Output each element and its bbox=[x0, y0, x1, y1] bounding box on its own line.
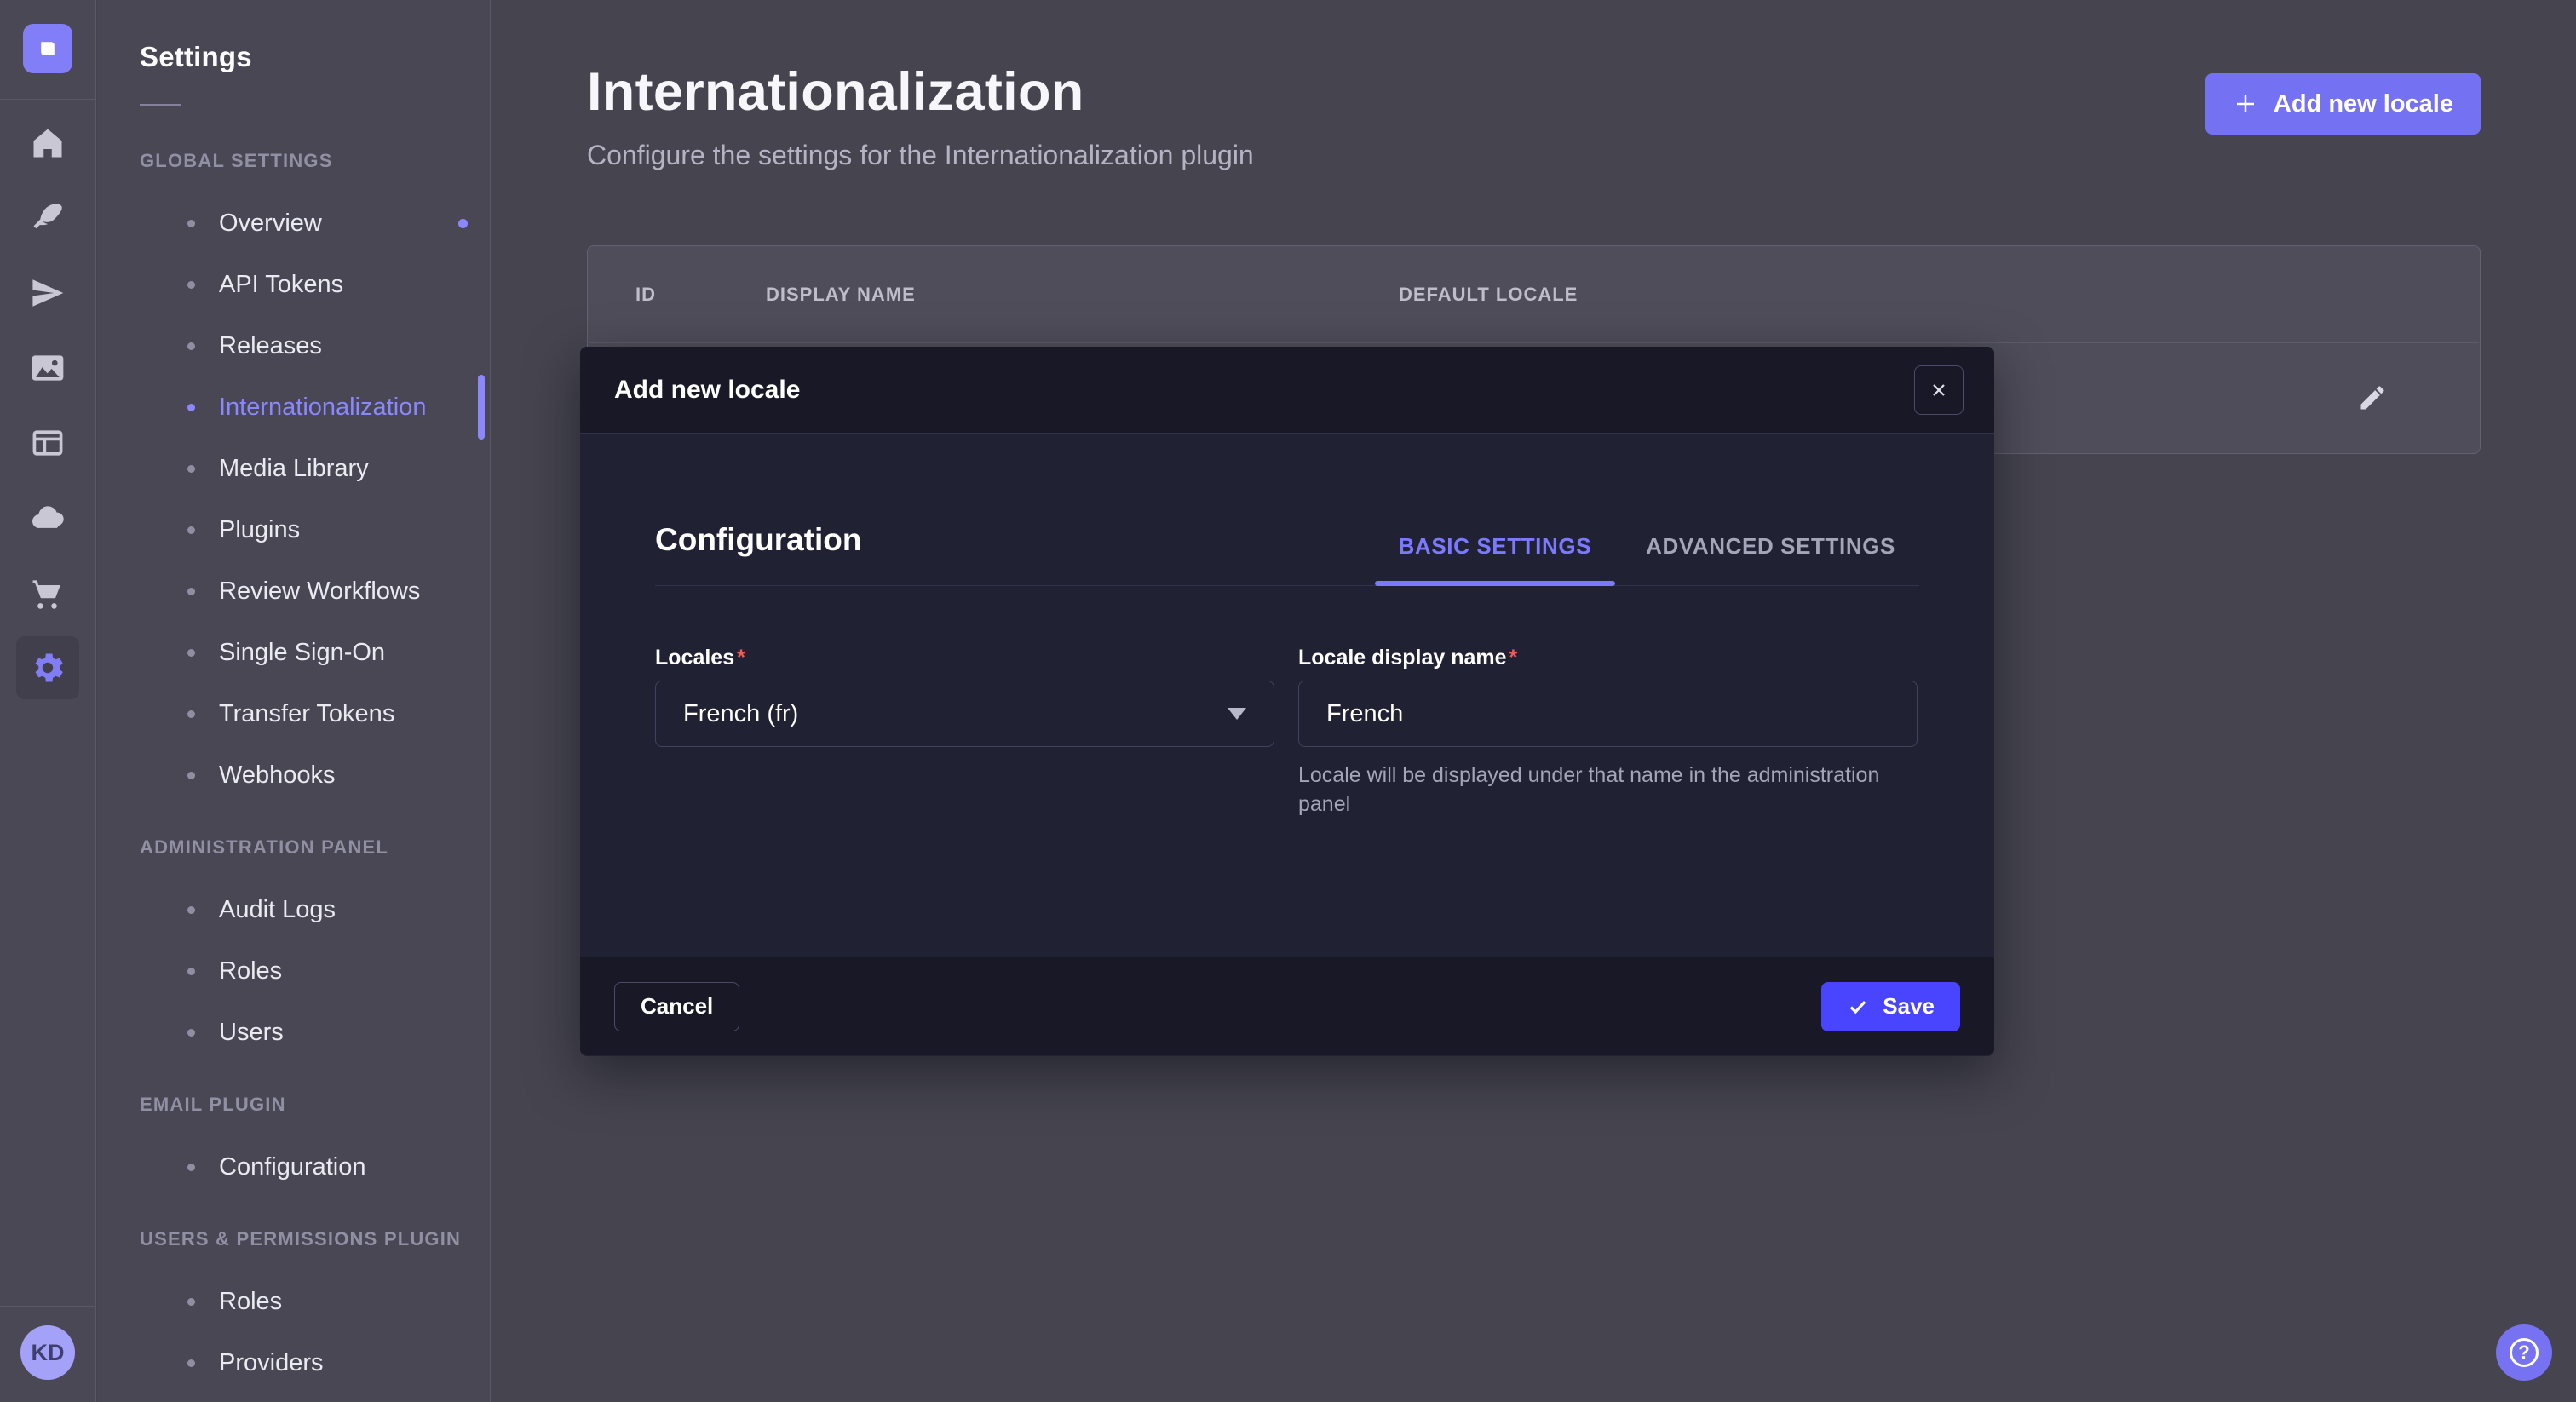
add-new-locale-button[interactable]: Add new locale bbox=[2205, 73, 2481, 135]
sidebar-item-up-providers[interactable]: Providers bbox=[140, 1332, 490, 1393]
close-button[interactable] bbox=[1914, 365, 1964, 415]
bullet-icon bbox=[187, 220, 195, 227]
sidebar-item-review-workflows[interactable]: Review Workflows bbox=[140, 560, 490, 622]
bullet-icon bbox=[187, 906, 195, 914]
modal-footer: Cancel Save bbox=[580, 957, 1994, 1055]
modal-header: Add new locale bbox=[580, 347, 1994, 434]
column-header-display-name: DISPLAY NAME bbox=[766, 284, 1399, 306]
tab-basic-settings[interactable]: BASIC SETTINGS bbox=[1375, 533, 1616, 585]
bullet-icon bbox=[187, 1029, 195, 1037]
locales-field: Locales* French (fr) bbox=[655, 646, 1274, 819]
user-avatar[interactable]: KD bbox=[20, 1325, 75, 1380]
required-asterisk: * bbox=[1509, 646, 1518, 669]
media-library-icon[interactable] bbox=[16, 336, 79, 399]
subnav-title-divider bbox=[140, 104, 181, 106]
sidebar-item-up-roles[interactable]: Roles bbox=[140, 1271, 490, 1332]
display-name-field: Locale display name* Locale will be disp… bbox=[1298, 646, 1918, 819]
locales-label: Locales* bbox=[655, 646, 1274, 670]
sidebar-item-plugins[interactable]: Plugins bbox=[140, 499, 490, 560]
modal-body: Configuration BASIC SETTINGS ADVANCED SE… bbox=[580, 434, 1994, 957]
content-manager-icon[interactable] bbox=[16, 411, 79, 474]
send-icon[interactable] bbox=[16, 261, 79, 325]
strapi-logo-icon bbox=[33, 34, 62, 63]
rail-divider-bottom bbox=[0, 1306, 96, 1307]
bullet-icon bbox=[187, 968, 195, 975]
bullet-icon bbox=[187, 1298, 195, 1306]
bullet-icon bbox=[187, 588, 195, 595]
pencil-edit-icon bbox=[2357, 382, 2388, 413]
nav-rail: KD bbox=[0, 0, 96, 1402]
bullet-icon bbox=[187, 710, 195, 718]
rail-divider bbox=[0, 99, 96, 100]
page-title: Internationalization bbox=[587, 61, 1084, 123]
column-header-id: ID bbox=[635, 284, 766, 306]
cloud-icon[interactable] bbox=[16, 486, 79, 549]
plus-icon bbox=[2233, 91, 2258, 117]
add-locale-modal: Add new locale Configuration BASIC SETTI… bbox=[580, 347, 1994, 1056]
bullet-icon bbox=[187, 1359, 195, 1367]
strapi-logo[interactable] bbox=[23, 24, 72, 73]
section-label-administration-panel: ADMINISTRATION PANEL bbox=[140, 836, 490, 859]
sidebar-item-admin-users[interactable]: Users bbox=[140, 1002, 490, 1063]
check-icon bbox=[1847, 996, 1869, 1018]
bullet-icon bbox=[187, 1164, 195, 1171]
modal-title: Add new locale bbox=[614, 376, 800, 405]
sidebar-item-overview[interactable]: Overview bbox=[140, 192, 490, 254]
sidebar-item-media-library[interactable]: Media Library bbox=[140, 438, 490, 499]
help-button[interactable]: ? bbox=[2496, 1324, 2552, 1381]
tab-advanced-settings[interactable]: ADVANCED SETTINGS bbox=[1622, 533, 1919, 585]
display-name-input[interactable] bbox=[1326, 700, 1889, 728]
sidebar-item-transfer-tokens[interactable]: Transfer Tokens bbox=[140, 683, 490, 744]
sidebar-item-api-tokens[interactable]: API Tokens bbox=[140, 254, 490, 315]
settings-subnav: Settings GLOBAL SETTINGS Overview API To… bbox=[97, 0, 491, 1402]
sidebar-item-internationalization[interactable]: Internationalization bbox=[140, 376, 490, 438]
required-asterisk: * bbox=[737, 646, 745, 669]
bullet-icon bbox=[187, 281, 195, 289]
sidebar-item-releases[interactable]: Releases bbox=[140, 315, 490, 376]
bullet-icon bbox=[187, 526, 195, 534]
save-button[interactable]: Save bbox=[1821, 982, 1960, 1031]
section-label-email-plugin: EMAIL PLUGIN bbox=[140, 1094, 490, 1116]
settings-gear-icon[interactable] bbox=[16, 636, 79, 699]
configuration-heading: Configuration bbox=[655, 522, 862, 585]
sidebar-item-webhooks[interactable]: Webhooks bbox=[140, 744, 490, 806]
sidebar-item-audit-logs[interactable]: Audit Logs bbox=[140, 879, 490, 940]
bullet-icon bbox=[187, 342, 195, 350]
locales-select[interactable]: French (fr) bbox=[655, 681, 1274, 747]
edit-locale-button[interactable] bbox=[2354, 379, 2391, 417]
active-indicator-bar bbox=[478, 375, 485, 440]
subnav-title: Settings bbox=[140, 41, 490, 73]
question-circle-icon: ? bbox=[2510, 1338, 2539, 1367]
display-name-input-wrapper bbox=[1298, 681, 1918, 747]
sidebar-item-email-configuration[interactable]: Configuration bbox=[140, 1136, 490, 1198]
page-subtitle: Configure the settings for the Internati… bbox=[587, 140, 1254, 171]
display-name-label: Locale display name* bbox=[1298, 646, 1918, 670]
sidebar-item-admin-roles[interactable]: Roles bbox=[140, 940, 490, 1002]
table-header-row: ID DISPLAY NAME DEFAULT LOCALE bbox=[588, 246, 2480, 342]
close-x-icon bbox=[1929, 380, 1949, 400]
sidebar-item-single-sign-on[interactable]: Single Sign-On bbox=[140, 622, 490, 683]
notification-dot bbox=[458, 219, 468, 228]
display-name-hint: Locale will be displayed under that name… bbox=[1298, 761, 1886, 819]
section-label-users-permissions-plugin: USERS & PERMISSIONS PLUGIN bbox=[140, 1228, 490, 1250]
bullet-icon bbox=[187, 649, 195, 657]
section-label-global-settings: GLOBAL SETTINGS bbox=[140, 150, 490, 172]
marketplace-cart-icon[interactable] bbox=[16, 561, 79, 624]
home-icon[interactable] bbox=[16, 112, 79, 175]
settings-tabs: BASIC SETTINGS ADVANCED SETTINGS bbox=[1375, 533, 1919, 585]
chevron-down-icon bbox=[1228, 708, 1246, 720]
bullet-icon bbox=[187, 465, 195, 473]
bullet-icon bbox=[187, 404, 195, 411]
column-header-default-locale: DEFAULT LOCALE bbox=[1399, 284, 1578, 306]
feather-icon[interactable] bbox=[16, 187, 79, 250]
bullet-icon bbox=[187, 772, 195, 779]
cancel-button[interactable]: Cancel bbox=[614, 982, 739, 1031]
